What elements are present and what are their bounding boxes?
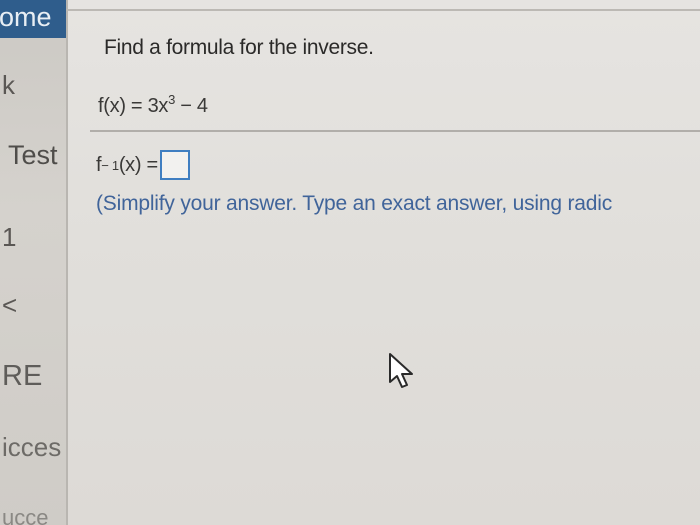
answer-input[interactable] — [159, 150, 190, 180]
answer-label: (x) = — [118, 153, 158, 176]
sidebar-item-4[interactable]: 1 — [2, 222, 16, 253]
question-prompt: Find a formula for the inverse. — [104, 36, 374, 59]
function-suffix: − 4 — [175, 95, 208, 117]
sidebar-item-test[interactable]: Test — [8, 140, 58, 171]
mouse-pointer-icon — [387, 352, 421, 390]
divider — [90, 130, 700, 132]
function-prefix: f(x) = 3x — [98, 95, 169, 117]
sidebar-item-home[interactable]: ome — [0, 2, 52, 33]
function-exponent: 3 — [168, 92, 176, 107]
function-definition: f(x) = 3x3 − 4 — [98, 92, 208, 118]
sidebar-item-5[interactable]: < — [2, 290, 17, 321]
sidebar-item-more[interactable]: RE — [2, 360, 42, 393]
panel-top-border — [66, 9, 700, 11]
answer-row: f − 1 (x) = — [96, 150, 190, 180]
answer-hint: (Simplify your answer. Type an exact ans… — [96, 192, 612, 215]
sidebar-item-2[interactable]: k — [2, 70, 15, 101]
question-panel — [66, 0, 700, 525]
sidebar-item-success[interactable]: icces — [2, 432, 61, 463]
sidebar-item-success-2[interactable]: ucce — [2, 505, 48, 525]
left-sidebar: ome k Test 1 < RE icces ucce — [0, 0, 66, 525]
answer-exponent: − 1 — [101, 157, 119, 173]
